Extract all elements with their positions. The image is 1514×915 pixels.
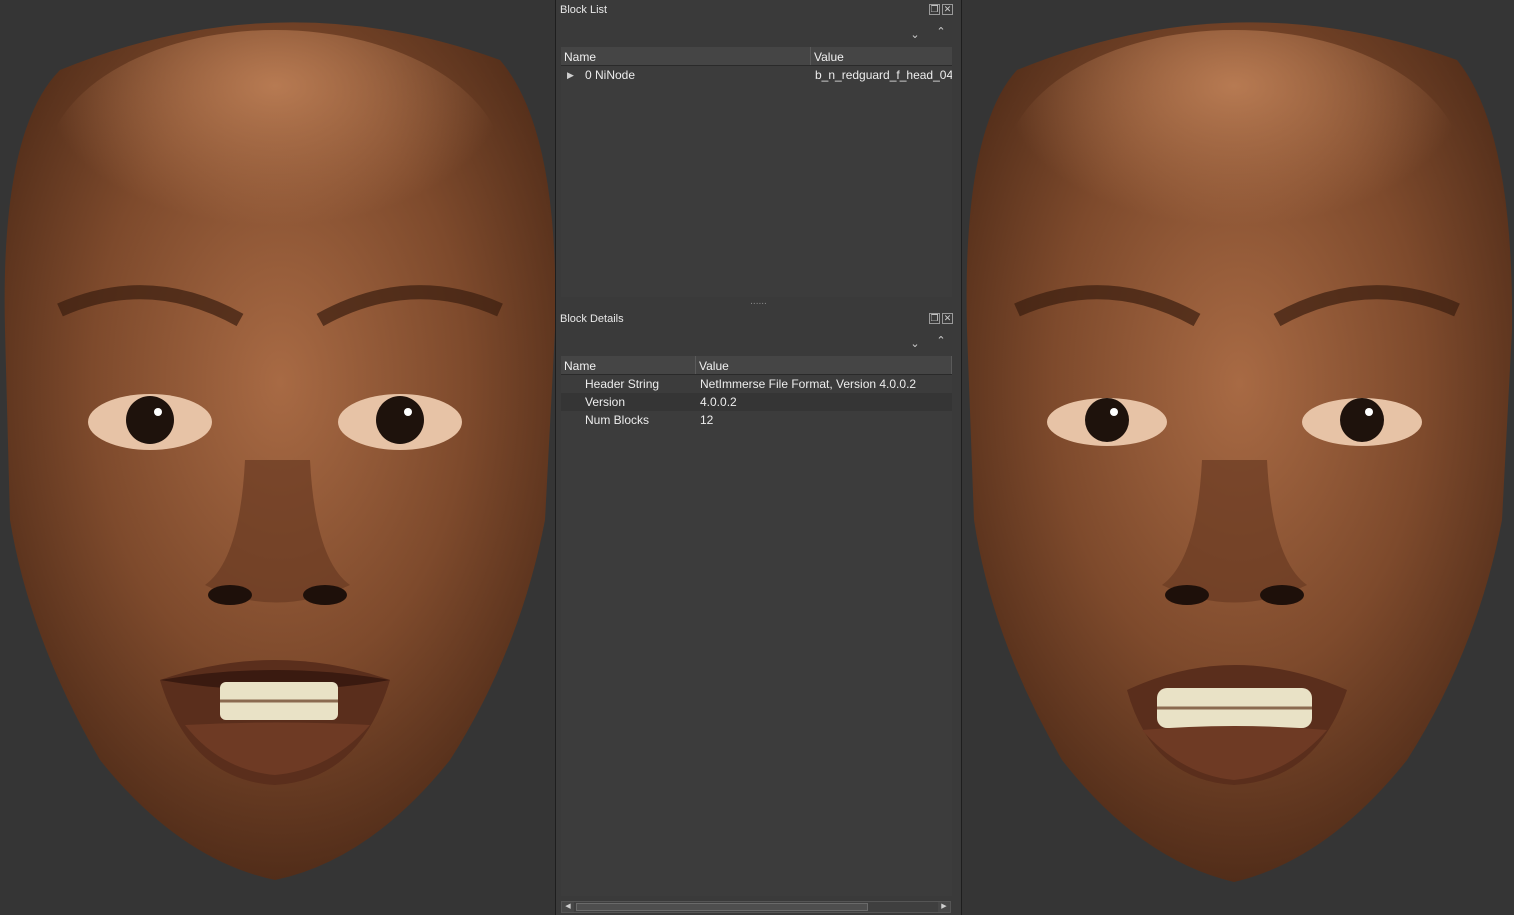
block-list-header: Name Value: [561, 47, 952, 66]
viewport-right[interactable]: [962, 0, 1514, 915]
float-icon[interactable]: ❐: [929, 313, 940, 324]
scrollbar-thumb[interactable]: [576, 903, 868, 911]
triangle-right-icon[interactable]: ▶: [567, 70, 574, 81]
expand-all-icon[interactable]: ⌃: [934, 25, 948, 39]
row-value: b_n_redguard_f_head_04: [815, 68, 952, 82]
close-icon[interactable]: ✕: [942, 313, 953, 324]
column-header-value[interactable]: Value: [696, 356, 952, 374]
expand-all-icon[interactable]: ⌃: [934, 334, 948, 348]
close-icon[interactable]: ✕: [942, 4, 953, 15]
viewport-left[interactable]: [0, 0, 555, 915]
panel-splitter[interactable]: ......: [556, 297, 961, 308]
tree-row[interactable]: Version 4.0.0.2: [561, 393, 952, 411]
arrow-right-icon[interactable]: ▶: [938, 902, 950, 912]
block-details-title: Block Details: [560, 313, 624, 325]
arrow-left-icon[interactable]: ◀: [562, 902, 574, 912]
row-name: 0 NiNode: [585, 68, 636, 82]
head-model-render-left: [4, 22, 555, 880]
column-header-name[interactable]: Name: [561, 47, 811, 65]
tree-row[interactable]: Header String NetImmerse File Format, Ve…: [561, 375, 952, 393]
float-icon[interactable]: ❐: [929, 4, 940, 15]
row-name: Header String: [585, 377, 660, 391]
tree-row[interactable]: Num Blocks 12: [561, 411, 952, 429]
block-list-title: Block List: [560, 4, 608, 16]
block-details-tree[interactable]: Name Value Header String NetImmerse File…: [561, 356, 952, 896]
block-details-header: Name Value: [561, 356, 952, 375]
row-value: NetImmerse File Format, Version 4.0.0.2: [700, 377, 917, 391]
head-model-render-right: [966, 22, 1513, 882]
collapse-all-icon[interactable]: ⌄: [908, 337, 922, 351]
block-list-tree[interactable]: Name Value ▶ 0 NiNode b_n_redguard_f_hea…: [561, 47, 952, 297]
tree-row[interactable]: ▶ 0 NiNode b_n_redguard_f_head_04: [561, 66, 952, 84]
horizontal-scrollbar[interactable]: ◀ ▶: [561, 901, 951, 913]
row-name: Num Blocks: [585, 413, 650, 427]
row-value: 4.0.0.2: [700, 395, 737, 409]
column-header-value[interactable]: Value: [811, 47, 952, 65]
collapse-all-icon[interactable]: ⌄: [908, 28, 922, 42]
row-name: Version: [585, 395, 626, 409]
dock-panel: Block List ❐ ✕ ⌄ ⌃ Name Value ▶ 0 NiNode…: [555, 0, 962, 915]
row-value: 12: [700, 413, 714, 427]
column-header-name[interactable]: Name: [561, 356, 696, 374]
